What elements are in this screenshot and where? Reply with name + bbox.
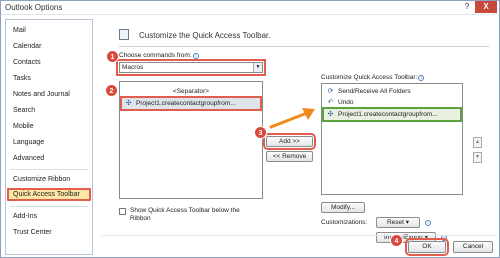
sidebar-item-mail[interactable]: Mail: [7, 24, 91, 37]
info-icon: i: [418, 75, 425, 81]
sidebar-divider: [10, 169, 88, 170]
qat-item-undo-label: Undo: [338, 99, 354, 106]
list-item-separator[interactable]: <Separator>: [122, 86, 260, 97]
show-below-ribbon-label-line1: Show Quick Access Toolbar below the: [130, 207, 240, 214]
step-2-badge: 2: [105, 84, 118, 97]
modify-button-label: Modify...: [330, 204, 356, 211]
sidebar-item-quick-access-toolbar[interactable]: Quick Access Toolbar: [7, 188, 91, 201]
move-up-button[interactable]: ▲: [473, 137, 482, 148]
qat-commands-list[interactable]: ⟳ Send/Receive All Folders ↶ Undo ✣ Proj…: [321, 83, 463, 195]
reset-button[interactable]: Reset ▾: [376, 217, 420, 228]
list-item-macro-label: Project1.createcontactgroupfrom...: [136, 100, 236, 107]
sidebar-item-trust-center[interactable]: Trust Center: [7, 226, 91, 239]
orange-arrow-graphic: [269, 108, 315, 129]
window-title: Outlook Options: [5, 3, 63, 12]
macro-icon: ✣: [327, 111, 334, 118]
step-3-badge: 3: [254, 126, 267, 139]
sidebar-item-search[interactable]: Search: [7, 104, 91, 117]
footer-divider: [101, 235, 497, 236]
cancel-button-label: Cancel: [462, 243, 484, 250]
send-receive-icon: ⟳: [327, 88, 334, 95]
step-4-badge: 4: [390, 234, 403, 247]
macro-icon: ✣: [125, 100, 132, 107]
choose-commands-label: Choose commands from: i: [119, 52, 199, 59]
options-sidebar: Mail Calendar Contacts Tasks Notes and J…: [5, 19, 93, 255]
ok-button[interactable]: OK: [405, 238, 449, 256]
reset-button-label: Reset ▾: [386, 219, 410, 226]
sidebar-item-advanced[interactable]: Advanced: [7, 152, 91, 165]
add-button-label: Add >>: [279, 138, 300, 145]
sidebar-item-calendar[interactable]: Calendar: [7, 40, 91, 53]
remove-button[interactable]: << Remove: [266, 151, 313, 162]
info-icon: i: [192, 53, 199, 59]
sidebar-item-tasks[interactable]: Tasks: [7, 72, 91, 85]
info-icon: i: [425, 220, 431, 226]
list-item-macro[interactable]: ✣ Project1.createcontactgroupfrom...: [120, 96, 262, 111]
cancel-button[interactable]: Cancel: [453, 241, 493, 253]
show-below-ribbon-label-line2: Ribbon: [130, 215, 151, 222]
step-1-badge: 1: [106, 50, 119, 63]
sidebar-divider: [10, 206, 88, 207]
main-panel: Customize the Quick Access Toolbar. Choo…: [101, 19, 497, 243]
sidebar-item-language[interactable]: Language: [7, 136, 91, 149]
sidebar-item-contacts[interactable]: Contacts: [7, 56, 91, 69]
sidebar-item-add-ins[interactable]: Add-Ins: [7, 210, 91, 223]
add-button[interactable]: Add >>: [263, 133, 316, 150]
dropdown-arrow-icon[interactable]: ▼: [253, 63, 262, 72]
qat-item-send-receive-label: Send/Receive All Folders: [338, 88, 411, 95]
ok-button-label: OK: [422, 243, 432, 250]
quick-access-toolbar-icon: [119, 29, 129, 40]
qat-item-send-receive[interactable]: ⟳ Send/Receive All Folders: [324, 86, 460, 97]
available-commands-list[interactable]: <Separator> ✣ Project1.createcontactgrou…: [119, 81, 263, 199]
choose-commands-dropdown[interactable]: Macros ▼: [116, 59, 266, 76]
qat-item-macro[interactable]: ✣ Project1.createcontactgroupfrom...: [322, 107, 462, 122]
header-divider: [119, 46, 489, 47]
remove-button-label: << Remove: [272, 153, 307, 160]
customizations-label: Customizations:: [321, 219, 368, 226]
choose-commands-label-text: Choose commands from:: [119, 52, 192, 59]
help-button[interactable]: ?: [459, 1, 475, 13]
customize-qat-label-text: Customize Quick Access Toolbar:: [321, 74, 418, 81]
qat-item-undo[interactable]: ↶ Undo: [324, 97, 460, 108]
show-below-ribbon-label: Show Quick Access Toolbar below the Ribb…: [130, 207, 240, 223]
section-header: Customize the Quick Access Toolbar.: [139, 31, 271, 40]
outlook-options-window: Outlook Options ? X Mail Calendar Contac…: [0, 0, 500, 258]
choose-commands-value: Macros: [122, 64, 144, 71]
modify-button[interactable]: Modify...: [321, 202, 365, 213]
move-down-button[interactable]: ▼: [473, 152, 482, 163]
customize-qat-label: Customize Quick Access Toolbar: i: [321, 74, 425, 81]
undo-icon: ↶: [327, 99, 334, 106]
sidebar-item-mobile[interactable]: Mobile: [7, 120, 91, 133]
close-button[interactable]: X: [475, 1, 497, 13]
sidebar-item-customize-ribbon[interactable]: Customize Ribbon: [7, 173, 91, 186]
title-bar: Outlook Options ? X: [1, 1, 499, 15]
qat-item-macro-label: Project1.createcontactgroupfrom...: [338, 111, 438, 118]
show-below-ribbon-checkbox[interactable]: [119, 208, 126, 215]
sidebar-item-notes-and-journal[interactable]: Notes and Journal: [7, 88, 91, 101]
